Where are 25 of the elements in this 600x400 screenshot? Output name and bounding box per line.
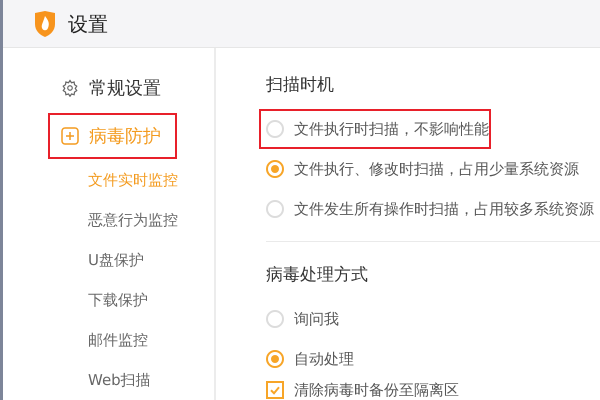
option-label: 清除病毒时备份至隔离区 [294, 380, 459, 400]
shield-logo-icon [33, 10, 57, 38]
option-label: 自动处理 [294, 348, 354, 370]
section-heading: 扫描时机 [266, 74, 335, 97]
radio-button[interactable] [266, 310, 284, 328]
section-heading: 病毒处理方式 [266, 264, 369, 287]
sidebar-subitem[interactable]: 下载保护 [88, 288, 148, 312]
check-icon [270, 386, 280, 394]
checkbox[interactable] [266, 381, 284, 399]
radio-button[interactable] [266, 350, 284, 368]
gear-icon [61, 79, 79, 97]
sidebar-subitem[interactable]: Web扫描 [88, 368, 151, 392]
radio-button[interactable] [266, 120, 284, 138]
option-label: 文件发生所有操作时扫描，占用较多系统资源 [294, 198, 594, 220]
sidebar-item[interactable]: 常规设置 [48, 65, 177, 111]
option-label: 文件执行时扫描，不影响性能 [294, 118, 489, 140]
window-title: 设置 [68, 10, 108, 38]
sidebar-subitem[interactable]: 邮件监控 [88, 328, 148, 352]
sidebar-subitem[interactable]: 恶意行为监控 [88, 208, 178, 232]
radio-button[interactable] [266, 160, 284, 178]
option-label: 文件执行、修改时扫描，占用少量系统资源 [294, 158, 579, 180]
option-label: 询问我 [294, 308, 339, 330]
sidebar-subitem[interactable]: U盘保护 [88, 248, 144, 272]
plus-square-icon [61, 127, 79, 145]
radio-button[interactable] [266, 200, 284, 218]
